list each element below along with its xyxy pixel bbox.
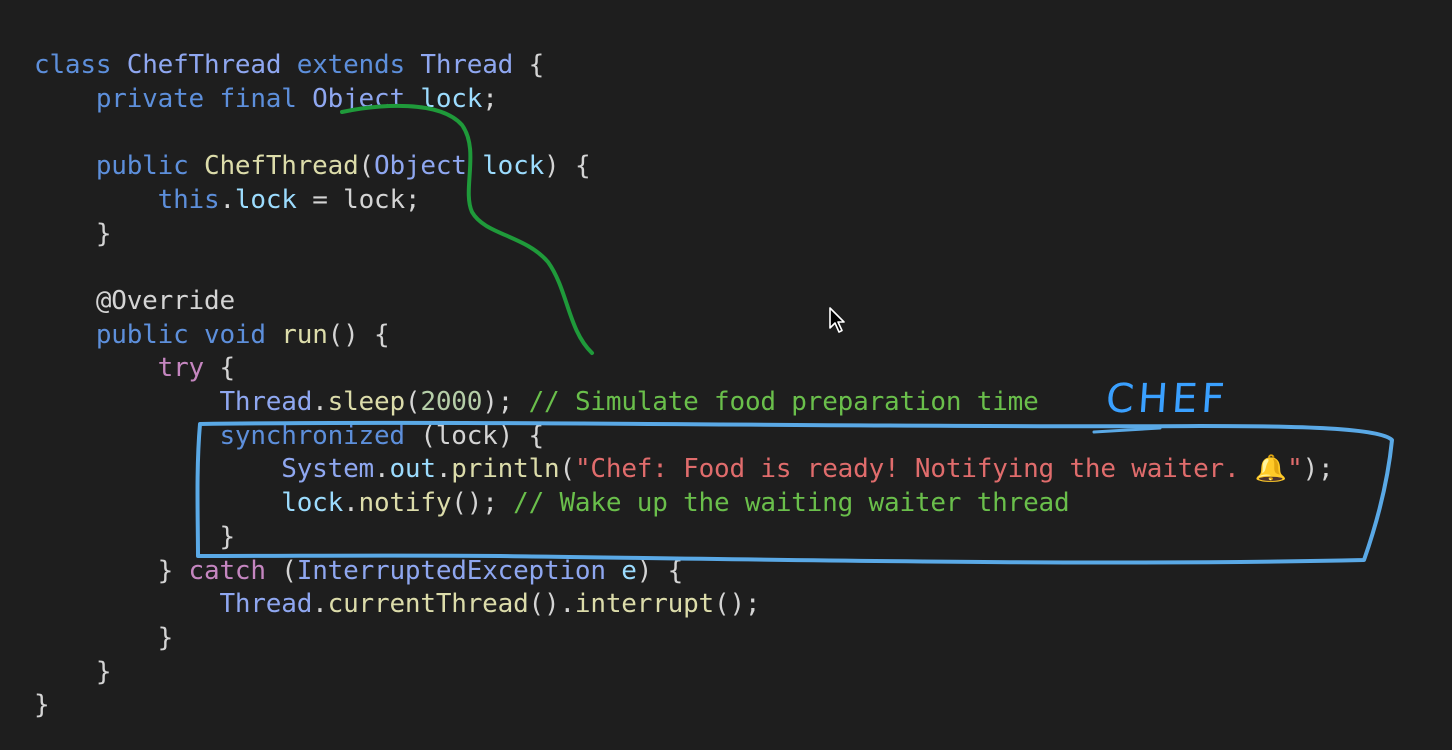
code-token: e	[621, 555, 637, 586]
code-token: (	[404, 387, 421, 417]
code-token: run	[281, 319, 328, 350]
code-token: Thread	[420, 50, 529, 80]
code-token: synchronized	[34, 420, 421, 451]
code-token: }	[34, 555, 189, 586]
code-slide: class ChefThread extends Thread { privat…	[0, 0, 1452, 750]
code-token: );	[482, 387, 529, 417]
code-line: System.out.println("Chef: Food is ready!…	[34, 452, 1333, 486]
code-token: Thread	[34, 387, 313, 417]
code-token: extends	[296, 50, 421, 80]
code-token: = lock;	[296, 184, 421, 215]
code-token: }	[34, 521, 235, 552]
code-token: }	[34, 218, 112, 249]
code-token: .	[312, 387, 328, 417]
code-token: println	[451, 454, 560, 485]
code-token: lock	[420, 83, 483, 114]
code-line: public void run() {	[34, 318, 390, 352]
code-token: try	[34, 353, 220, 384]
code-token: .	[219, 184, 235, 215]
code-token: ;	[482, 83, 498, 114]
code-token: sleep	[327, 387, 405, 417]
chef-annotation-label: CHEF	[1104, 376, 1230, 422]
code-token: class	[34, 50, 127, 80]
code-token: interrupt	[574, 589, 715, 620]
code-line: }	[34, 520, 235, 554]
code-line: try {	[34, 351, 236, 385]
code-token: this	[34, 184, 220, 215]
code-token: {	[528, 50, 545, 80]
code-token: System	[34, 454, 374, 485]
code-token: ();	[714, 589, 761, 620]
code-token: "	[1287, 454, 1303, 485]
code-line: Thread.currentThread().interrupt();	[34, 587, 760, 621]
code-token: }	[34, 690, 50, 721]
code-token: // Wake up the waiting waiter thread	[513, 488, 1070, 519]
code-token: ChefThread	[204, 151, 359, 182]
code-token: @Override	[34, 285, 235, 316]
code-token: // Simulate food preparation time	[528, 387, 1039, 417]
code-line: }	[34, 655, 112, 689]
code-line: lock.notify(); // Wake up the waiting wa…	[34, 486, 1069, 520]
code-token: ChefThread	[126, 50, 297, 80]
code-token: }	[34, 656, 112, 687]
code-line: @Override	[34, 284, 235, 318]
code-token: private final	[34, 83, 313, 114]
code-line: public ChefThread(Object lock) {	[34, 149, 591, 183]
code-token: Object	[312, 83, 421, 114]
code-token: }	[34, 622, 174, 653]
code-token: catch	[188, 555, 282, 586]
code-token: (lock) {	[420, 420, 544, 451]
chef-underline-stroke	[1092, 426, 1162, 434]
code-token: .	[373, 454, 390, 485]
code-token: Object	[374, 151, 483, 182]
code-line: Thread.sleep(2000); // Simulate food pre…	[34, 385, 1039, 419]
code-token: void	[204, 319, 282, 350]
code-token: lock	[234, 184, 297, 215]
code-token: .	[312, 589, 328, 620]
code-line: } catch (InterruptedException e) {	[34, 554, 684, 588]
code-token: public	[34, 151, 204, 182]
code-line: synchronized (lock) {	[34, 419, 544, 453]
code-token: ) {	[636, 555, 684, 586]
code-token: lock	[482, 151, 545, 182]
green-annotation-curve	[340, 103, 594, 355]
code-token: .	[435, 454, 452, 485]
code-line: this.lock = lock;	[34, 183, 421, 217]
code-token: () {	[327, 319, 390, 350]
mouse-pointer-icon	[829, 307, 845, 333]
code-token: (	[281, 555, 297, 586]
code-token: ) {	[544, 151, 591, 182]
code-token: lock	[34, 488, 344, 519]
code-token: "Chef: Food is ready! Notifying the wait…	[574, 454, 1255, 485]
code-token: notify	[358, 488, 452, 519]
code-token: .	[343, 488, 359, 519]
code-token: ().	[528, 589, 576, 620]
code-token: );	[1302, 454, 1334, 485]
code-token: ();	[451, 488, 514, 519]
code-line: private final Object lock;	[34, 82, 498, 116]
code-token: (	[358, 151, 375, 182]
code-token: Thread	[34, 589, 313, 620]
code-line: class ChefThread extends Thread {	[34, 48, 544, 82]
code-line: }	[34, 688, 50, 722]
code-token: {	[219, 353, 235, 384]
code-line: }	[34, 217, 112, 251]
bell-emoji-icon: 🔔	[1254, 454, 1288, 485]
code-token: public	[34, 319, 204, 350]
code-token: (	[559, 454, 575, 485]
code-token: 2000	[420, 387, 483, 417]
code-token: currentThread	[327, 589, 529, 620]
code-line: }	[34, 621, 174, 655]
code-token: out	[389, 454, 436, 485]
code-token: InterruptedException	[296, 555, 622, 586]
